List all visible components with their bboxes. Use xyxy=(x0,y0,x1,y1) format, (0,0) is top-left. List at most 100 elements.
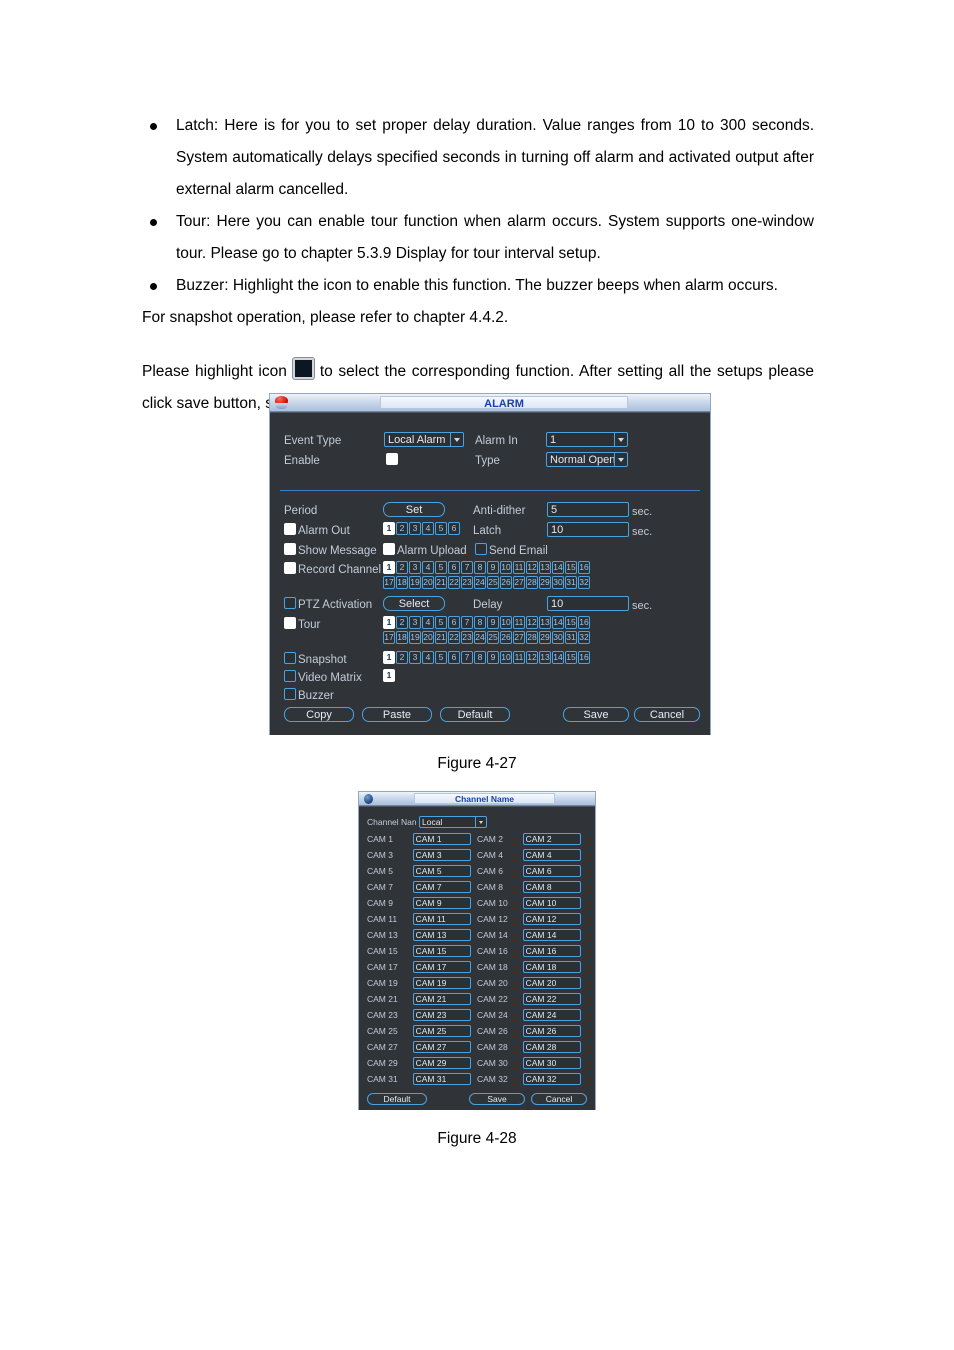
channel-chip-32[interactable]: 32 xyxy=(578,631,590,644)
channel-chip-6[interactable]: 6 xyxy=(448,616,460,629)
period-set-button[interactable]: Set xyxy=(383,502,445,517)
channel-name-input-left[interactable]: CAM 21 xyxy=(412,993,471,1005)
channel-chip-30[interactable]: 30 xyxy=(552,576,564,589)
channel-chip-2[interactable]: 2 xyxy=(396,522,408,535)
channel-chip-20[interactable]: 20 xyxy=(422,631,434,644)
ptz-activation-checkbox[interactable] xyxy=(284,597,296,609)
channel-chip-15[interactable]: 15 xyxy=(565,561,577,574)
channel-chip-11[interactable]: 11 xyxy=(513,651,525,664)
alarm-out-channel-chips[interactable]: 123456 xyxy=(383,522,460,535)
channel-name-select[interactable]: Local xyxy=(419,816,487,828)
channel-chip-23[interactable]: 23 xyxy=(461,631,473,644)
channel-chip-12[interactable]: 12 xyxy=(526,561,538,574)
channel-chip-16[interactable]: 16 xyxy=(578,651,590,664)
channel-name-input-left[interactable]: CAM 11 xyxy=(412,913,471,925)
channel-chip-4[interactable]: 4 xyxy=(422,561,434,574)
channel-cancel-button[interactable]: Cancel xyxy=(531,1093,587,1105)
channel-chip-31[interactable]: 31 xyxy=(565,576,577,589)
channel-name-input-left[interactable]: CAM 23 xyxy=(412,1009,471,1021)
record-channel-chips-row1[interactable]: 1 2 3 4 5 6 7 8 9 10 11 12 13 14 15 16 xyxy=(383,561,590,574)
channel-name-input-right[interactable]: CAM 24 xyxy=(522,1009,581,1021)
channel-chip-2[interactable]: 2 xyxy=(396,651,408,664)
channel-chip-5[interactable]: 5 xyxy=(435,651,447,664)
tour-chips-row1[interactable]: 1 2 3 4 5 6 7 8 9 10 11 12 13 14 15 16 xyxy=(383,616,590,629)
chevron-down-icon[interactable] xyxy=(614,453,627,466)
channel-chip-4[interactable]: 4 xyxy=(422,616,434,629)
channel-chip-7[interactable]: 7 xyxy=(461,616,473,629)
channel-name-input-left[interactable]: CAM 5 xyxy=(412,865,471,877)
channel-chip-1[interactable]: 1 xyxy=(383,616,395,629)
channel-default-button[interactable]: Default xyxy=(367,1093,427,1105)
show-message-checkbox[interactable] xyxy=(284,543,296,555)
paste-button[interactable]: Paste xyxy=(362,707,432,722)
channel-chip-10[interactable]: 10 xyxy=(500,561,512,574)
channel-chip-27[interactable]: 27 xyxy=(513,631,525,644)
channel-name-input-right[interactable]: CAM 18 xyxy=(522,961,581,973)
record-channel-checkbox[interactable] xyxy=(284,562,296,574)
channel-chip-21[interactable]: 21 xyxy=(435,576,447,589)
channel-chip-10[interactable]: 10 xyxy=(500,651,512,664)
channel-chip-11[interactable]: 11 xyxy=(513,561,525,574)
alarm-out-checkbox[interactable] xyxy=(284,523,296,535)
channel-chip-6[interactable]: 6 xyxy=(448,561,460,574)
channel-name-input-right[interactable]: CAM 4 xyxy=(522,849,581,861)
video-matrix-checkbox[interactable] xyxy=(284,670,296,682)
channel-name-input-right[interactable]: CAM 32 xyxy=(522,1073,581,1085)
channel-chip-3[interactable]: 3 xyxy=(409,651,421,664)
snapshot-chips[interactable]: 1 2 3 4 5 6 7 8 9 10 11 12 13 14 15 16 xyxy=(383,651,590,664)
channel-chip-8[interactable]: 8 xyxy=(474,651,486,664)
channel-name-input-left[interactable]: CAM 25 xyxy=(412,1025,471,1037)
channel-chip-19[interactable]: 19 xyxy=(409,576,421,589)
channel-chip-10[interactable]: 10 xyxy=(500,616,512,629)
channel-chip-16[interactable]: 16 xyxy=(578,616,590,629)
channel-chip-12[interactable]: 12 xyxy=(526,616,538,629)
chevron-down-icon[interactable] xyxy=(614,433,627,446)
channel-chip-21[interactable]: 21 xyxy=(435,631,447,644)
channel-chip-32[interactable]: 32 xyxy=(578,576,590,589)
channel-chip-11[interactable]: 11 xyxy=(513,616,525,629)
channel-name-input-right[interactable]: CAM 10 xyxy=(522,897,581,909)
latch-input[interactable]: 10 xyxy=(547,522,629,537)
channel-chip-9[interactable]: 9 xyxy=(487,651,499,664)
channel-chip-7[interactable]: 7 xyxy=(461,651,473,664)
channel-chip-1[interactable]: 1 xyxy=(383,669,395,682)
channel-chip-23[interactable]: 23 xyxy=(461,576,473,589)
channel-name-input-left[interactable]: CAM 1 xyxy=(412,833,471,845)
channel-name-input-right[interactable]: CAM 22 xyxy=(522,993,581,1005)
channel-chip-1[interactable]: 1 xyxy=(383,522,395,535)
channel-chip-8[interactable]: 8 xyxy=(474,561,486,574)
channel-chip-5[interactable]: 5 xyxy=(435,561,447,574)
channel-name-input-right[interactable]: CAM 28 xyxy=(522,1041,581,1053)
channel-name-input-left[interactable]: CAM 15 xyxy=(412,945,471,957)
channel-chip-9[interactable]: 9 xyxy=(487,616,499,629)
channel-chip-26[interactable]: 26 xyxy=(500,576,512,589)
chevron-down-icon[interactable] xyxy=(450,433,463,446)
channel-chip-4[interactable]: 4 xyxy=(422,651,434,664)
ptz-select-button[interactable]: Select xyxy=(383,596,445,611)
anti-dither-input[interactable]: 5 xyxy=(547,502,629,517)
channel-name-input-right[interactable]: CAM 26 xyxy=(522,1025,581,1037)
channel-chip-1[interactable]: 1 xyxy=(383,561,395,574)
channel-name-input-right[interactable]: CAM 6 xyxy=(522,865,581,877)
video-matrix-chips[interactable]: 1 xyxy=(383,669,395,682)
channel-name-input-left[interactable]: CAM 7 xyxy=(412,881,471,893)
channel-chip-14[interactable]: 14 xyxy=(552,651,564,664)
channel-chip-2[interactable]: 2 xyxy=(396,561,408,574)
channel-chip-3[interactable]: 3 xyxy=(409,616,421,629)
channel-name-input-right[interactable]: CAM 2 xyxy=(522,833,581,845)
channel-chip-8[interactable]: 8 xyxy=(474,616,486,629)
channel-chip-18[interactable]: 18 xyxy=(396,576,408,589)
channel-name-input-left[interactable]: CAM 17 xyxy=(412,961,471,973)
alarm-upload-checkbox[interactable] xyxy=(383,543,395,555)
channel-chip-29[interactable]: 29 xyxy=(539,631,551,644)
channel-chip-24[interactable]: 24 xyxy=(474,576,486,589)
channel-name-input-left[interactable]: CAM 29 xyxy=(412,1057,471,1069)
channel-chip-17[interactable]: 17 xyxy=(383,576,395,589)
channel-chip-30[interactable]: 30 xyxy=(552,631,564,644)
channel-name-input-right[interactable]: CAM 16 xyxy=(522,945,581,957)
channel-chip-6[interactable]: 6 xyxy=(448,522,460,535)
channel-chip-13[interactable]: 13 xyxy=(539,561,551,574)
channel-chip-5[interactable]: 5 xyxy=(435,616,447,629)
channel-chip-4[interactable]: 4 xyxy=(422,522,434,535)
channel-chip-14[interactable]: 14 xyxy=(552,616,564,629)
